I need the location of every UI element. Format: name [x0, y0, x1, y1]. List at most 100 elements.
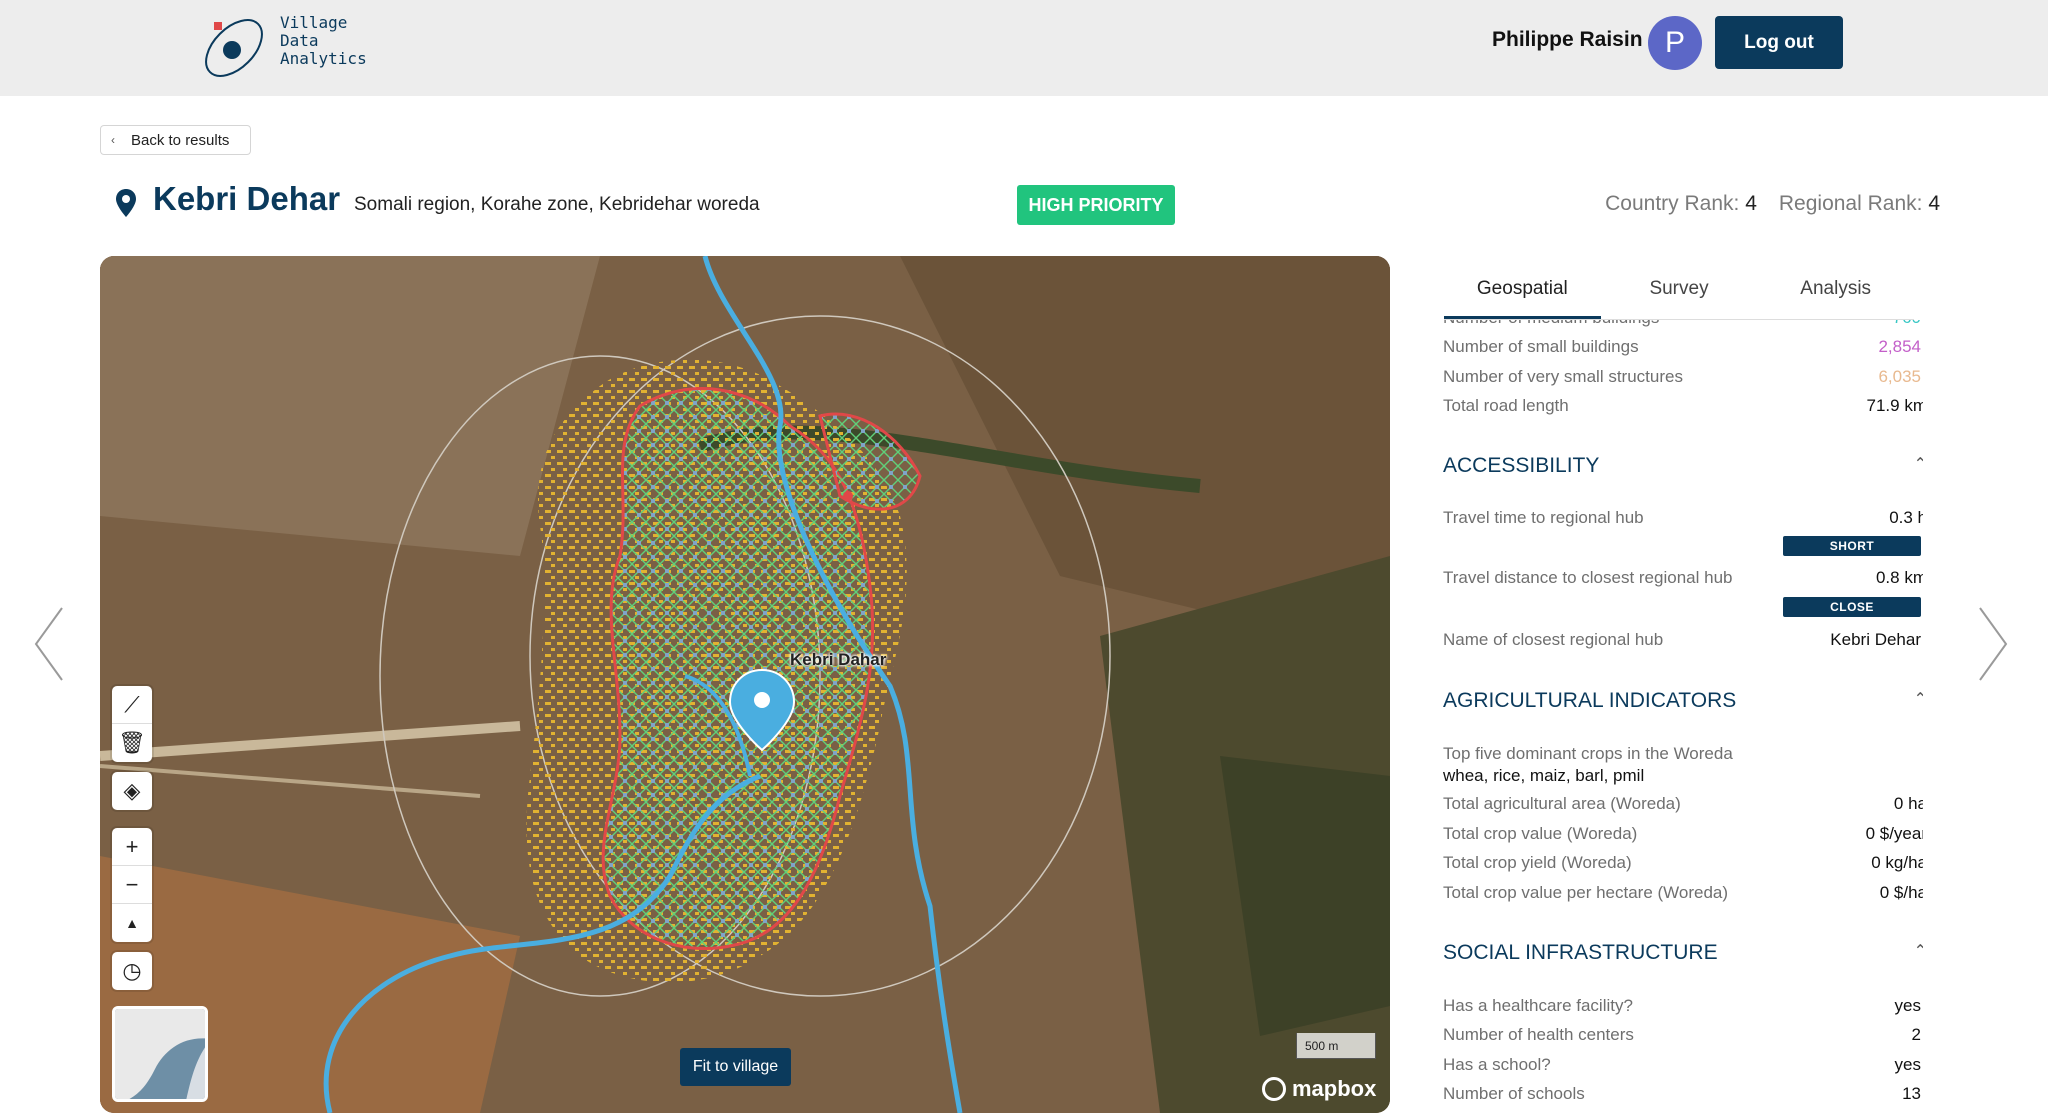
stat-label: Top five dominant crops in the Woreda — [1443, 744, 1733, 763]
top-bar: Village Data Analytics Philippe Raisin P… — [0, 0, 2048, 96]
stat-value: 2 — [1911, 1025, 1921, 1044]
stat-label: Number of small buildings — [1443, 337, 1639, 356]
country-rank: Country Rank: 4 — [1605, 192, 1757, 216]
next-village-arrow[interactable] — [1972, 604, 2012, 684]
minimap[interactable] — [112, 1006, 208, 1102]
geospatial-panel[interactable]: Number of medium buildings 760 Number of… — [1443, 320, 1923, 1119]
history-control: ◷ — [112, 952, 152, 990]
stat-label: Total road length — [1443, 396, 1569, 415]
stat-row: Top five dominant crops in the Woreda — [1443, 744, 1923, 764]
zoom-controls: + − ▲ — [112, 828, 152, 942]
regional-rank-label: Regional Rank: — [1778, 192, 1923, 215]
stat-label: Travel distance to closest regional hub — [1443, 568, 1733, 587]
layers-icon: ◈ — [123, 778, 141, 803]
stat-label: Number of very small structures — [1443, 367, 1683, 386]
stat-value: 71.9 km — [1866, 396, 1923, 415]
stat-value: 13 — [1902, 1084, 1921, 1103]
map-scale: 500 m — [1296, 1033, 1376, 1059]
fit-to-village-button[interactable]: Fit to village — [680, 1048, 791, 1086]
stat-row: Number of medium buildings 760 — [1443, 320, 1923, 328]
stat-value: 0 $/year — [1865, 824, 1923, 843]
stat-value: 0 $/ha — [1879, 883, 1923, 902]
stat-row: Number of health centers 2 — [1443, 1025, 1923, 1045]
tab-geospatial[interactable]: Geospatial — [1444, 270, 1601, 319]
rank-summary: Country Rank: 4 Regional Rank: 4 — [1605, 192, 1940, 216]
logo-text: Village Data Analytics — [280, 14, 367, 68]
stat-value: 2,854 — [1878, 337, 1921, 356]
zoom-in-icon: + — [125, 833, 139, 859]
zoom-in-button[interactable]: + — [112, 828, 152, 866]
chevron-up-icon: ⌃ — [1913, 691, 1923, 708]
location-pin-icon — [116, 189, 136, 217]
compass-icon: ▲ — [125, 915, 139, 931]
social-header[interactable]: SOCIAL INFRASTRUCTURE ⌃ — [1443, 941, 1923, 965]
stat-label: Number of schools — [1443, 1084, 1585, 1103]
stat-value: 0.3 h — [1889, 508, 1923, 527]
detail-tabs: Geospatial Survey Analysis — [1444, 270, 1914, 320]
village-data-analytics-logo[interactable] — [198, 8, 278, 78]
clock-icon: ◷ — [122, 958, 142, 983]
stat-label: Total crop yield (Woreda) — [1443, 853, 1632, 872]
stat-value: 760 — [1893, 320, 1921, 328]
stat-value: 6,035 — [1878, 367, 1921, 386]
reset-bearing-button[interactable]: ▲ — [112, 904, 152, 942]
logo-word: Village — [280, 13, 348, 32]
crops-value: whea, rice, maiz, barl, pmil — [1443, 766, 1645, 785]
delete-drawing-button[interactable]: 🗑 — [112, 724, 152, 762]
tab-survey[interactable]: Survey — [1601, 270, 1758, 319]
stat-label: Has a school? — [1443, 1055, 1551, 1074]
zoom-out-button[interactable]: − — [112, 866, 152, 904]
stat-label: Total agricultural area (Woreda) — [1443, 794, 1681, 813]
avatar[interactable]: P — [1648, 16, 1702, 70]
layers-button[interactable]: ◈ — [112, 772, 152, 810]
stat-row: Total agricultural area (Woreda) 0 ha — [1443, 794, 1923, 814]
stat-value: 0.8 km — [1875, 568, 1923, 587]
mapbox-attribution[interactable]: mapbox — [1262, 1076, 1376, 1102]
stat-label: Travel time to regional hub — [1443, 508, 1644, 527]
stat-value: 0 kg/ha — [1871, 853, 1923, 872]
back-to-results-button[interactable]: ‹ Back to results — [100, 125, 251, 155]
travel-distance-tag: CLOSE — [1783, 597, 1921, 617]
stat-label: Total crop value per hectare (Woreda) — [1443, 883, 1729, 902]
mapbox-logo-icon — [1262, 1077, 1286, 1101]
satellite-imagery[interactable] — [100, 256, 1390, 1113]
map-village-label: Kebri Dahar — [790, 650, 887, 669]
stat-row: Name of closest regional hub Kebri Dehar — [1443, 630, 1923, 650]
tab-analysis[interactable]: Analysis — [1757, 270, 1914, 319]
stat-row: Travel distance to closest regional hub … — [1443, 568, 1923, 588]
history-button[interactable]: ◷ — [112, 952, 152, 990]
agricultural-header[interactable]: AGRICULTURAL INDICATORS ⌃ — [1443, 689, 1923, 713]
logo-word: Analytics — [280, 49, 367, 68]
logout-button[interactable]: Log out — [1715, 16, 1843, 69]
section-title: ACCESSIBILITY — [1443, 454, 1600, 477]
stat-row: Has a healthcare facility? yes — [1443, 996, 1923, 1016]
village-location: Somali region, Korahe zone, Kebridehar w… — [354, 194, 760, 215]
stat-value: 0 ha — [1893, 794, 1923, 813]
user-name: Philippe Raisin — [1492, 28, 1643, 51]
draw-line-button[interactable]: ⟋ — [112, 686, 152, 724]
stat-row: Total crop yield (Woreda) 0 kg/ha — [1443, 853, 1923, 873]
accessibility-header[interactable]: ACCESSIBILITY ⌃ — [1443, 454, 1923, 478]
previous-village-arrow[interactable] — [30, 604, 70, 684]
minimap-graphic — [115, 1009, 205, 1099]
draw-controls: ⟋ 🗑 — [112, 686, 152, 762]
stat-row: Number of schools 13 — [1443, 1084, 1923, 1104]
stat-value: Kebri Dehar — [1830, 630, 1921, 649]
stat-row: Number of small buildings 2,854 — [1443, 337, 1923, 357]
zoom-out-icon: − — [125, 871, 139, 897]
stat-row: Has a school? yes — [1443, 1055, 1923, 1075]
stat-label: Name of closest regional hub — [1443, 630, 1664, 649]
stat-label: Number of medium buildings — [1443, 320, 1659, 328]
section-title: AGRICULTURAL INDICATORS — [1443, 689, 1737, 712]
page-title: Kebri Dehar — [153, 180, 341, 217]
chevron-up-icon: ⌃ — [1913, 943, 1923, 960]
layers-control: ◈ — [112, 772, 152, 810]
stat-value: yes — [1894, 996, 1921, 1015]
priority-badge: HIGH PRIORITY — [1017, 185, 1175, 225]
chevron-up-icon: ⌃ — [1913, 456, 1923, 473]
stat-label: Total crop value (Woreda) — [1443, 824, 1638, 843]
stat-row: Number of very small structures 6,035 — [1443, 367, 1923, 387]
draw-line-icon: ⟋ — [124, 691, 140, 717]
map-view[interactable]: Kebri Dahar ⟋ 🗑 ◈ + − ▲ ◷ Fit to village… — [100, 256, 1390, 1113]
stat-label: Number of health centers — [1443, 1025, 1634, 1044]
